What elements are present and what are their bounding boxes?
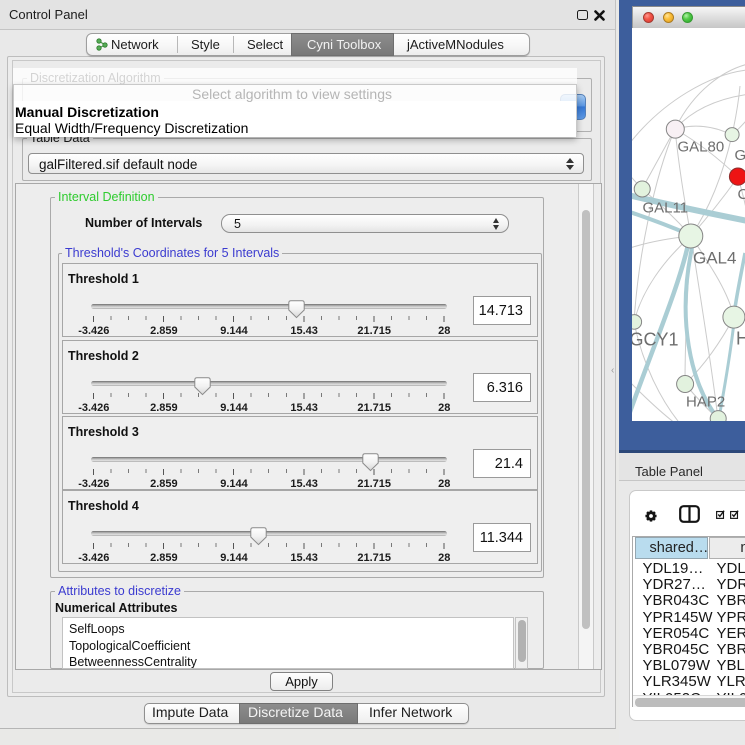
svg-text:GAL11: GAL11 — [642, 199, 688, 216]
svg-text:HA: HA — [736, 328, 745, 348]
svg-text:GAL80: GAL80 — [677, 138, 724, 155]
svg-text:GCY1: GCY1 — [632, 329, 679, 349]
svg-text:CD: CD — [737, 186, 745, 203]
svg-text:GAL4: GAL4 — [693, 248, 736, 267]
svg-text:GA: GA — [734, 147, 745, 164]
svg-text:HAP2: HAP2 — [686, 393, 725, 410]
